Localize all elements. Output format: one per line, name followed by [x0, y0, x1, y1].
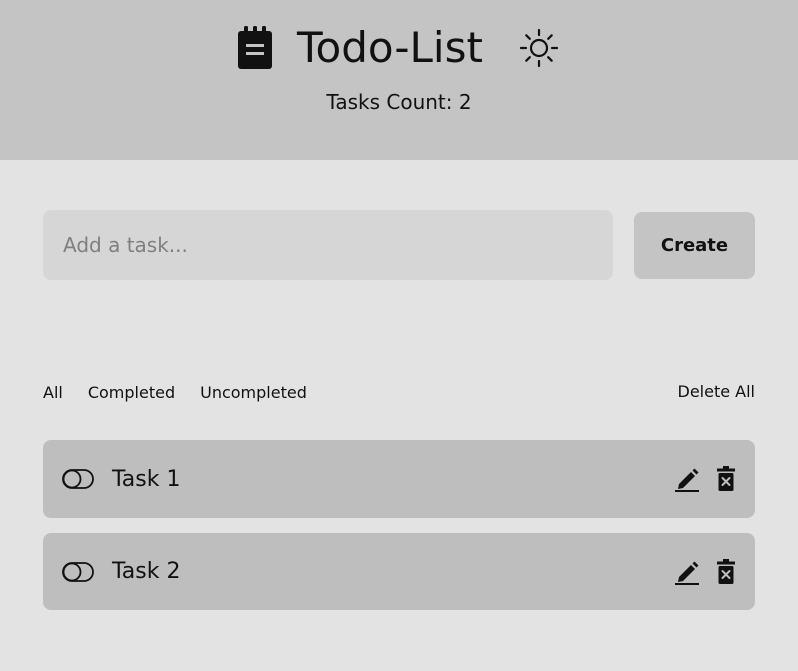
- sun-icon[interactable]: [517, 26, 561, 70]
- task-input[interactable]: [43, 210, 613, 280]
- filter-bar: All Completed Uncompleted: [43, 380, 332, 404]
- filter-uncompleted[interactable]: Uncompleted: [200, 383, 307, 402]
- toggle-icon[interactable]: [62, 561, 94, 582]
- edit-icon[interactable]: [674, 559, 700, 585]
- toggle-icon[interactable]: [62, 469, 94, 489]
- task-item: Task 2: [43, 533, 755, 610]
- filter-completed[interactable]: Completed: [88, 383, 175, 402]
- task-list: Task 1 Task 2: [43, 440, 755, 625]
- delete-all-button[interactable]: Delete All: [678, 380, 756, 404]
- app-title: Todo-List: [297, 23, 483, 72]
- trash-icon[interactable]: [716, 466, 736, 492]
- notepad-icon: [237, 26, 273, 70]
- task-label: Task 1: [112, 466, 181, 492]
- title-row: Todo-List: [0, 18, 798, 78]
- task-label: Task 2: [112, 559, 181, 584]
- create-button[interactable]: Create: [634, 212, 755, 279]
- trash-icon[interactable]: [716, 558, 736, 585]
- header: Todo-List Tasks Count: 2: [0, 0, 798, 160]
- filter-all[interactable]: All: [43, 383, 63, 402]
- tasks-count: Tasks Count: 2: [326, 90, 472, 114]
- task-item: Task 1: [43, 440, 755, 518]
- edit-icon[interactable]: [674, 466, 700, 492]
